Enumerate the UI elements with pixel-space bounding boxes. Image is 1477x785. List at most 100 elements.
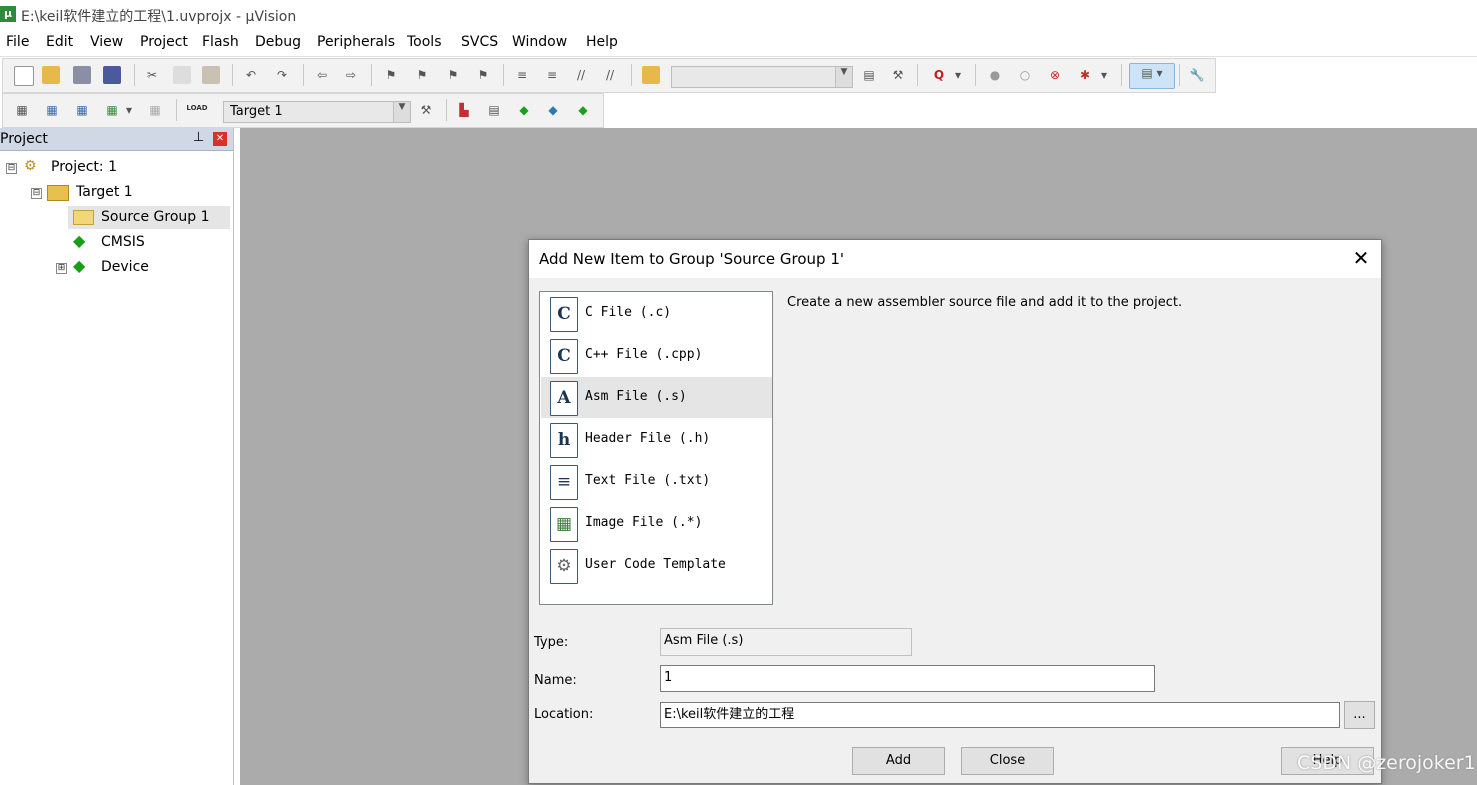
list-item-text-file[interactable]: ≡ Text File (.txt) <box>541 461 772 502</box>
tree-item-target[interactable]: Target 1 <box>76 184 133 200</box>
build-icon[interactable]: ▦ <box>43 101 61 119</box>
stop-build-icon[interactable]: ▦ <box>146 101 164 119</box>
list-item-cpp-file[interactable]: C C++ File (.cpp) <box>541 335 772 376</box>
name-input[interactable]: 1 <box>660 665 1155 692</box>
translate-icon[interactable]: ▦ <box>13 101 31 119</box>
find-combo[interactable]: ▼ <box>671 66 853 88</box>
collapse-icon[interactable]: ⊟ <box>31 188 42 199</box>
chevron-down-icon[interactable]: ▾ <box>124 101 134 119</box>
redo-icon[interactable]: ↷ <box>273 66 291 84</box>
tree-item-project[interactable]: Project: 1 <box>51 159 117 175</box>
file-extensions-icon[interactable]: ▙ <box>455 101 473 119</box>
list-item-label: C++ File (.cpp) <box>585 347 703 362</box>
watermark: CSDN @zerojoker1 <box>1297 752 1476 774</box>
menu-help[interactable]: Help <box>586 34 618 50</box>
list-item-label: C File (.c) <box>585 305 672 320</box>
save-all-icon[interactable] <box>103 66 121 84</box>
pack-installer-icon[interactable]: ◆ <box>544 101 562 119</box>
window-title: E:\keil软件建立的工程\1.uvprojx - µVision <box>21 9 297 25</box>
comment-icon[interactable]: // <box>572 66 590 84</box>
header-file-icon: h <box>550 423 578 458</box>
clear-bookmarks-icon[interactable]: ⚑ <box>474 66 492 84</box>
navigate-back-icon[interactable]: ⇦ <box>313 66 331 84</box>
list-item-image-file[interactable]: ▦ Image File (.*) <box>541 503 772 544</box>
undo-icon[interactable]: ↶ <box>242 66 260 84</box>
target-select[interactable]: Target 1 ▼ <box>223 101 411 123</box>
save-icon[interactable] <box>73 66 91 84</box>
menu-window[interactable]: Window <box>512 34 567 50</box>
target-select-value: Target 1 <box>230 104 283 119</box>
menu-tools[interactable]: Tools <box>407 34 442 50</box>
pin-icon[interactable]: ⊥ <box>193 130 204 145</box>
menu-debug[interactable]: Debug <box>255 34 301 50</box>
breakpoint-icon[interactable]: ● <box>986 66 1004 84</box>
unindent-icon[interactable]: ≡ <box>543 66 561 84</box>
target-folder-icon <box>47 185 69 201</box>
list-item-header-file[interactable]: h Header File (.h) <box>541 419 772 460</box>
list-item-asm-file[interactable]: A Asm File (.s) <box>541 377 772 418</box>
kill-all-breakpoints-icon[interactable]: ✱ <box>1076 66 1094 84</box>
collapse-icon[interactable]: ⊟ <box>6 163 17 174</box>
build-toolbar: ▦ ▦ ▦ ▦ ▾ ▦ LOAD Target 1 ▼ ⚒ ▙ ▤ ◆ ◆ ◆ <box>2 93 604 128</box>
cut-icon[interactable]: ✂ <box>143 66 161 84</box>
next-bookmark-icon[interactable]: ⚑ <box>444 66 462 84</box>
disable-all-breakpoints-icon[interactable]: ⊗ <box>1046 66 1064 84</box>
c-file-icon: C <box>550 297 578 332</box>
debug-session-icon[interactable]: ⚒ <box>889 66 907 84</box>
window-layout-icon[interactable]: ▤ ▾ <box>1129 63 1175 89</box>
cmsis-component-icon: ◆ <box>73 231 86 250</box>
menu-peripherals[interactable]: Peripherals <box>317 34 395 50</box>
bookmark-icon[interactable]: ⚑ <box>382 66 400 84</box>
add-button[interactable]: Add <box>852 747 945 775</box>
load-icon[interactable]: LOAD <box>185 99 209 117</box>
close-icon[interactable]: ✕ <box>1349 246 1373 270</box>
paste-icon[interactable] <box>202 66 220 84</box>
menu-edit[interactable]: Edit <box>46 34 73 50</box>
copy-icon[interactable] <box>173 66 191 84</box>
new-file-icon[interactable] <box>14 66 34 86</box>
cpp-file-icon: C <box>550 339 578 374</box>
dialog-title-bar: Add New Item to Group 'Source Group 1' ✕ <box>529 240 1381 278</box>
tree-item-source-group[interactable]: Source Group 1 <box>101 209 210 225</box>
project-panel-title: Project <box>0 131 48 147</box>
file-type-list[interactable]: C C File (.c) C C++ File (.cpp) A Asm Fi… <box>539 291 773 605</box>
rebuild-icon[interactable]: ▦ <box>73 101 91 119</box>
batch-build-icon[interactable]: ▦ <box>103 101 121 119</box>
list-item-c-file[interactable]: C C File (.c) <box>541 293 772 334</box>
menu-project[interactable]: Project <box>140 34 188 50</box>
pack-manager-icon[interactable]: ◆ <box>574 101 592 119</box>
menu-flash[interactable]: Flash <box>202 34 239 50</box>
location-input[interactable]: E:\keil软件建立的工程 <box>660 702 1340 728</box>
uncomment-icon[interactable]: // <box>601 66 619 84</box>
gear-icon: ⚙ <box>550 549 578 584</box>
indent-icon[interactable]: ≡ <box>513 66 531 84</box>
chevron-down-icon[interactable]: ▼ <box>835 67 852 87</box>
target-options-icon[interactable]: ⚒ <box>417 101 435 119</box>
close-icon[interactable]: ✕ <box>213 132 227 146</box>
close-button[interactable]: Close <box>961 747 1054 775</box>
navigate-forward-icon[interactable]: ⇨ <box>342 66 360 84</box>
expand-icon[interactable]: ⊞ <box>56 263 67 274</box>
prev-bookmark-icon[interactable]: ⚑ <box>413 66 431 84</box>
start-debug-icon[interactable]: Q <box>930 66 948 84</box>
manage-books-icon[interactable]: ▤ <box>485 101 503 119</box>
wrench-icon[interactable]: 🔧 <box>1188 66 1206 84</box>
chevron-down-icon[interactable]: ▼ <box>393 102 410 122</box>
disable-breakpoint-icon[interactable]: ○ <box>1016 66 1034 84</box>
menu-file[interactable]: File <box>6 34 29 50</box>
incremental-find-icon[interactable]: ▤ <box>860 66 878 84</box>
list-item-user-code-template[interactable]: ⚙ User Code Template <box>541 545 772 586</box>
browse-button[interactable]: ... <box>1344 701 1375 729</box>
list-item-label: Header File (.h) <box>585 431 711 446</box>
menu-svcs[interactable]: SVCS <box>461 34 498 50</box>
tree-item-cmsis[interactable]: CMSIS <box>101 234 145 250</box>
chevron-down-icon[interactable]: ▾ <box>953 66 963 84</box>
image-file-icon: ▦ <box>550 507 578 542</box>
tree-item-device[interactable]: Device <box>101 259 149 275</box>
list-item-label: Image File (.*) <box>585 515 703 530</box>
find-in-files-icon[interactable] <box>642 66 660 84</box>
run-time-environment-icon[interactable]: ◆ <box>515 101 533 119</box>
chevron-down-icon[interactable]: ▾ <box>1099 66 1109 84</box>
open-folder-icon[interactable] <box>42 66 60 84</box>
menu-view[interactable]: View <box>90 34 123 50</box>
